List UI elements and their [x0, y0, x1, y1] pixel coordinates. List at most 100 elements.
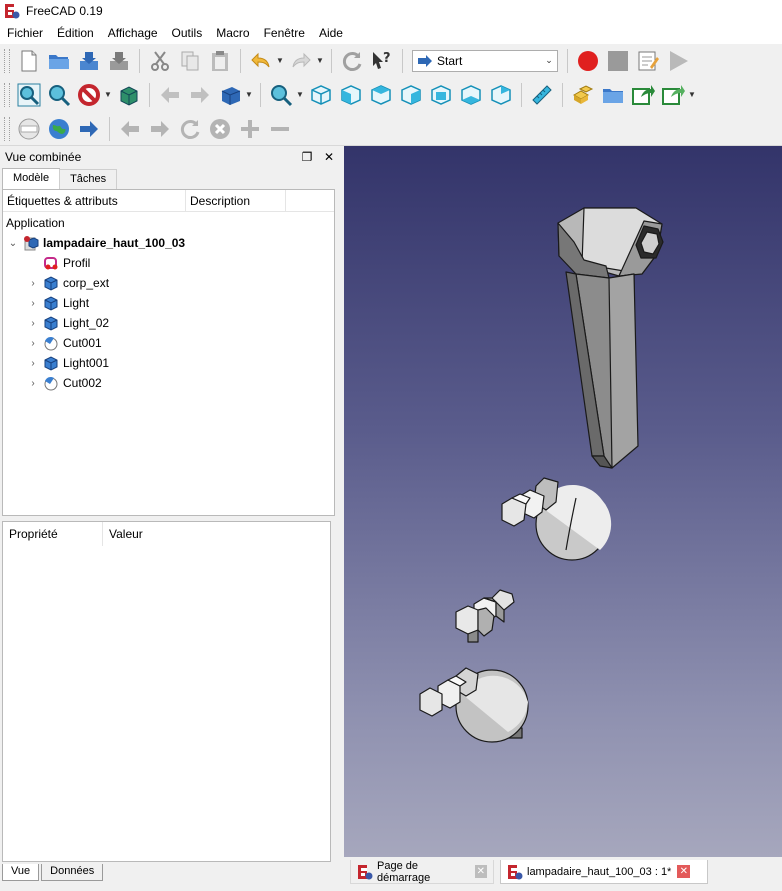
tab-start-page[interactable]: Page de démarrage ✕	[350, 860, 494, 884]
fit-all-icon[interactable]	[15, 81, 43, 109]
zoom-icon[interactable]	[267, 81, 295, 109]
chevron-right-icon[interactable]: ›	[27, 377, 39, 389]
menu-bar: Fichier Édition Affichage Outils Macro F…	[0, 22, 782, 44]
prop-col-value[interactable]: Valeur	[103, 522, 183, 546]
zoom-in-icon[interactable]	[236, 115, 264, 143]
forward-view-icon[interactable]	[186, 81, 214, 109]
fit-selection-icon[interactable]	[45, 81, 73, 109]
record-macro-icon[interactable]	[574, 47, 602, 75]
web-next-icon[interactable]	[146, 115, 174, 143]
tree-item[interactable]: › Light001	[27, 353, 109, 373]
tab-vue[interactable]: Vue	[2, 864, 40, 881]
tree-col-description[interactable]: Description	[186, 190, 286, 212]
save-as-icon[interactable]	[105, 47, 133, 75]
zoom-out-icon[interactable]	[266, 115, 294, 143]
close-icon[interactable]: ✕	[677, 865, 691, 878]
paste-icon[interactable]	[206, 47, 234, 75]
back-view-icon[interactable]	[156, 81, 184, 109]
menu-macro[interactable]: Macro	[209, 22, 256, 44]
redo-dropdown-icon[interactable]: ▼	[316, 47, 324, 75]
rear-icon[interactable]	[427, 81, 455, 109]
edit-macro-icon[interactable]	[634, 47, 662, 75]
close-panel-icon[interactable]: ✕	[320, 148, 338, 166]
new-icon[interactable]	[15, 47, 43, 75]
go-forward-icon[interactable]	[75, 115, 103, 143]
prop-col-property[interactable]: Propriété	[3, 522, 103, 546]
menu-aide[interactable]: Aide	[312, 22, 350, 44]
toolbar-separator	[109, 116, 110, 141]
tree-item[interactable]: › corp_ext	[27, 273, 109, 293]
link-icon[interactable]	[629, 81, 657, 109]
measure-icon[interactable]	[528, 81, 556, 109]
redo-icon[interactable]	[287, 47, 315, 75]
whats-this-icon[interactable]: ?	[368, 47, 396, 75]
group-icon[interactable]	[599, 81, 627, 109]
tree-col-labels[interactable]: Étiquettes & attributs	[3, 190, 186, 212]
body-icon	[43, 315, 59, 331]
right-icon[interactable]	[397, 81, 425, 109]
chevron-down-icon[interactable]: ⌄	[7, 237, 19, 249]
web-refresh-icon[interactable]	[176, 115, 204, 143]
save-icon[interactable]	[75, 47, 103, 75]
tree-document-row[interactable]: ⌄ lampadaire_haut_100_03	[7, 233, 185, 253]
tree-item[interactable]: › Cut002	[27, 373, 102, 393]
toolbar-separator	[402, 48, 403, 73]
copy-icon[interactable]	[176, 47, 204, 75]
close-icon[interactable]: ✕	[474, 865, 487, 878]
refresh-icon[interactable]	[338, 47, 366, 75]
menu-affichage[interactable]: Affichage	[101, 22, 165, 44]
web-stop-icon[interactable]	[206, 115, 234, 143]
left-icon[interactable]	[487, 81, 515, 109]
zoom-dropdown-icon[interactable]: ▼	[296, 81, 304, 109]
model-tree[interactable]: Étiquettes & attributs Description Appli…	[2, 189, 335, 516]
link-dropdown-icon[interactable]: ▼	[688, 81, 696, 109]
link-actions-icon[interactable]	[659, 81, 687, 109]
bottom-icon[interactable]	[457, 81, 485, 109]
tab-document[interactable]: lampadaire_haut_100_03 : 1* ✕	[500, 860, 708, 884]
3d-viewport[interactable]	[344, 146, 782, 857]
toolbar-handle[interactable]	[4, 48, 10, 73]
web-back-icon[interactable]	[116, 115, 144, 143]
property-view[interactable]: Propriété Valeur	[2, 521, 331, 862]
menu-fenetre[interactable]: Fenêtre	[257, 22, 312, 44]
toolbar-separator	[567, 48, 568, 73]
lamp-arm-model	[557, 207, 664, 469]
web-icon[interactable]	[15, 115, 43, 143]
tree-item[interactable]: › Cut001	[27, 333, 102, 353]
top-icon[interactable]	[367, 81, 395, 109]
isometric-icon[interactable]	[307, 81, 335, 109]
open-icon[interactable]	[45, 47, 73, 75]
tree-item[interactable]: Profil	[27, 253, 90, 273]
chevron-right-icon[interactable]: ›	[27, 337, 39, 349]
draw-style-icon[interactable]	[75, 81, 103, 109]
tab-modele[interactable]: Modèle	[2, 168, 61, 189]
menu-fichier[interactable]: Fichier	[0, 22, 50, 44]
menu-outils[interactable]: Outils	[165, 22, 210, 44]
bulb-model-2	[419, 667, 529, 743]
float-panel-icon[interactable]: ❐	[298, 148, 316, 166]
std-views-dropdown-icon[interactable]: ▼	[245, 81, 253, 109]
front-icon[interactable]	[337, 81, 365, 109]
workbench-selector[interactable]: Start ⌄	[412, 49, 558, 72]
toolbar-handle[interactable]	[4, 82, 10, 107]
undo-icon[interactable]	[247, 47, 275, 75]
bounding-box-icon[interactable]	[115, 81, 143, 109]
chevron-right-icon[interactable]: ›	[27, 357, 39, 369]
cut-icon[interactable]	[146, 47, 174, 75]
globe-icon[interactable]	[45, 115, 73, 143]
part-icon[interactable]	[569, 81, 597, 109]
run-macro-icon[interactable]	[664, 47, 692, 75]
draw-style-dropdown-icon[interactable]: ▼	[104, 81, 112, 109]
undo-dropdown-icon[interactable]: ▼	[276, 47, 284, 75]
tab-donnees[interactable]: Données	[41, 864, 104, 881]
chevron-right-icon[interactable]: ›	[27, 297, 39, 309]
tree-item[interactable]: › Light	[27, 293, 89, 313]
menu-edition[interactable]: Édition	[50, 22, 101, 44]
chevron-right-icon[interactable]: ›	[27, 277, 39, 289]
std-views-icon[interactable]	[216, 81, 244, 109]
toolbar-handle[interactable]	[4, 116, 10, 141]
tab-taches[interactable]: Tâches	[59, 169, 118, 189]
stop-macro-icon[interactable]	[604, 47, 632, 75]
chevron-right-icon[interactable]: ›	[27, 317, 39, 329]
tree-item[interactable]: › Light_02	[27, 313, 109, 333]
